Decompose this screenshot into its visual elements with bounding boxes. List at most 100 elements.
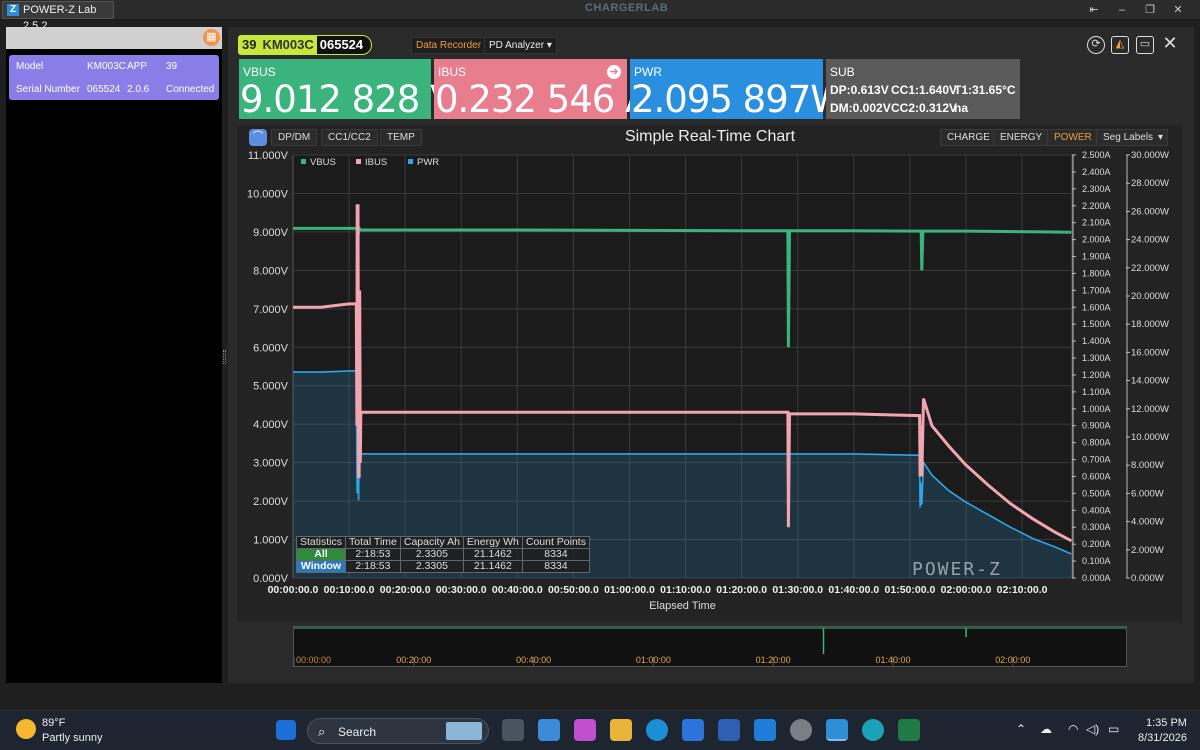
stats-cell: 2:18:53: [345, 560, 401, 573]
y-mid-tick-label: 0.400A: [1082, 505, 1111, 515]
y-left-tick-label: 7.000V: [253, 304, 289, 316]
y-left-tick-label: 6.000V: [253, 342, 289, 354]
x-tick-label: 01:50:00.0: [885, 584, 936, 596]
y-mid-tick-label: 2.400A: [1082, 167, 1111, 177]
stats-cell: 21.1462: [462, 548, 523, 561]
legend-swatch: [356, 159, 361, 164]
search-label: Search: [338, 725, 377, 739]
wifi-icon[interactable]: ◠: [1068, 722, 1078, 736]
stats-header-row: Statistics Total Time Capacity Ah Energy…: [295, 536, 590, 549]
y-left-tick-label: 4.000V: [253, 419, 289, 431]
chart-svg[interactable]: 0.000V1.000V2.000V3.000V4.000V5.000V6.00…: [0, 0, 1200, 700]
legend-swatch: [408, 159, 413, 164]
y-left-tick-label: 9.000V: [253, 227, 289, 239]
legend-label: PWR: [417, 157, 439, 168]
y-left-tick-label: 8.000V: [253, 265, 289, 277]
cloud-icon[interactable]: ☁: [1040, 722, 1052, 736]
y-left-tick-label: 1.000V: [253, 535, 289, 547]
y-mid-tick-label: 0.100A: [1082, 556, 1111, 566]
y-right-tick-label: 8.000W: [1131, 460, 1164, 471]
y-right-tick-label: 14.000W: [1131, 376, 1169, 387]
stats-cell: 2.3305: [399, 560, 464, 573]
powerz-watermark: POWER-Z: [912, 559, 1002, 580]
battery-icon[interactable]: ▭: [1108, 722, 1119, 736]
statistics-table: Statistics Total Time Capacity Ah Energy…: [295, 536, 590, 573]
y-right-tick-label: 4.000W: [1131, 517, 1164, 528]
y-mid-tick-label: 2.300A: [1082, 184, 1111, 194]
widgets-icon[interactable]: [538, 719, 560, 741]
y-left-tick-label: 3.000V: [253, 458, 289, 470]
task-view-icon[interactable]: [502, 719, 524, 741]
weather-sun-icon[interactable]: [16, 719, 36, 739]
store-icon[interactable]: [682, 719, 704, 741]
app-icon[interactable]: [718, 719, 740, 741]
search-box[interactable]: ⌕ Search: [307, 718, 489, 744]
y-right-tick-label: 12.000W: [1131, 404, 1169, 415]
edge-icon[interactable]: [646, 719, 668, 741]
x-axis-label: Elapsed Time: [649, 600, 716, 612]
y-mid-tick-label: 2.000A: [1082, 235, 1111, 245]
y-mid-tick-label: 1.200A: [1082, 370, 1111, 380]
stats-header: Energy Wh: [462, 536, 523, 549]
y-mid-tick-label: 1.400A: [1082, 336, 1111, 346]
file-explorer-icon[interactable]: [610, 719, 632, 741]
y-left-tick-label: 11.000V: [248, 150, 289, 162]
x-tick-label: 02:00:00.0: [941, 584, 992, 596]
clock-time: 1:35 PM: [1146, 717, 1187, 729]
y-mid-tick-label: 1.600A: [1082, 302, 1111, 312]
y-right-tick-label: 0.000W: [1131, 573, 1164, 584]
x-tick-label: 00:20:00.0: [380, 584, 431, 596]
y-mid-tick-label: 1.100A: [1082, 387, 1111, 397]
y-left-tick-label: 5.000V: [253, 381, 289, 393]
stats-header: Capacity Ah: [399, 536, 464, 549]
stats-row-label: All: [295, 548, 347, 561]
search-highlight-icon: [446, 722, 482, 740]
legend-label: IBUS: [365, 157, 387, 168]
stats-cell: 21.1462: [462, 560, 523, 573]
y-right-tick-label: 6.000W: [1131, 488, 1164, 499]
x-tick-label: 00:00:00.0: [268, 584, 319, 596]
y-mid-tick-label: 1.500A: [1082, 319, 1111, 329]
copilot-icon[interactable]: [574, 719, 596, 741]
stats-header: Total Time: [345, 536, 401, 549]
x-tick-label: 01:10:00.0: [660, 584, 711, 596]
y-mid-tick-label: 0.800A: [1082, 438, 1111, 448]
weather-temp: 89°F: [42, 717, 66, 729]
x-tick-label: 00:10:00.0: [324, 584, 375, 596]
y-mid-tick-label: 1.700A: [1082, 285, 1111, 295]
y-mid-tick-label: 0.600A: [1082, 471, 1111, 481]
y-right-tick-label: 24.000W: [1131, 235, 1169, 246]
y-mid-tick-label: 0.900A: [1082, 421, 1111, 431]
taskbar: 89°F Partly sunny ⌕ Search ⌃ ☁ ◠ ◁) ▭ 1:…: [0, 710, 1200, 750]
app2-icon[interactable]: [862, 719, 884, 741]
y-mid-tick-label: 0.200A: [1082, 539, 1111, 549]
settings-gear-icon[interactable]: [790, 719, 812, 741]
y-right-tick-label: 2.000W: [1131, 545, 1164, 556]
y-right-tick-label: 28.000W: [1131, 178, 1169, 189]
overview-scrubber[interactable]: [293, 626, 1127, 667]
stats-header: Statistics: [295, 536, 347, 549]
stats-row-window: Window 2:18:53 2.3305 21.1462 8334: [295, 560, 590, 573]
stats-cell: 2:18:53: [345, 548, 401, 561]
stats-header: Count Points: [521, 536, 590, 549]
tray-chevron-icon[interactable]: ⌃: [1016, 722, 1026, 736]
legend-swatch: [301, 159, 306, 164]
powerz-taskbar-icon[interactable]: [826, 719, 848, 741]
y-right-tick-label: 30.000W: [1131, 150, 1169, 161]
legend-label: VBUS: [310, 157, 336, 168]
y-mid-tick-label: 1.900A: [1082, 252, 1111, 262]
y-mid-tick-label: 1.000A: [1082, 404, 1111, 414]
x-tick-label: 01:30:00.0: [772, 584, 823, 596]
excel-icon[interactable]: [898, 719, 920, 741]
y-mid-tick-label: 0.000A: [1082, 573, 1111, 583]
weather-desc: Partly sunny: [42, 732, 103, 744]
stats-row-all: All 2:18:53 2.3305 21.1462 8334: [295, 548, 590, 561]
y-right-tick-label: 18.000W: [1131, 319, 1169, 330]
mail-icon[interactable]: [754, 719, 776, 741]
y-mid-tick-label: 1.800A: [1082, 268, 1111, 278]
volume-icon[interactable]: ◁): [1086, 722, 1099, 736]
app-window: Z POWER-Z Lab 2.5.2 CHARGERLAB ⇤ – ❐ ✕ ▦…: [0, 0, 1200, 750]
x-tick-label: 01:20:00.0: [716, 584, 767, 596]
y-mid-tick-label: 0.500A: [1082, 488, 1111, 498]
start-icon[interactable]: [276, 720, 296, 740]
